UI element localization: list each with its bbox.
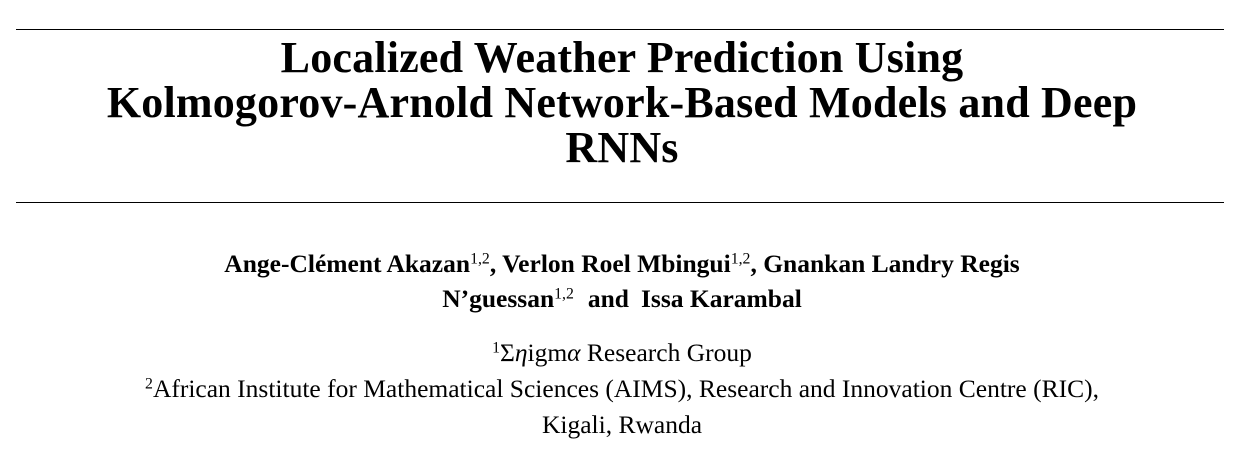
paper-title: Localized Weather Prediction Using Kolmo… (0, 35, 1244, 170)
affiliation-alpha: α (567, 338, 581, 367)
top-rule (16, 29, 1224, 30)
affiliation-2-continued: Kigali, Rwanda (541, 410, 703, 439)
affiliation-list: 1Σηigmα Research Group 2African Institut… (0, 335, 1244, 443)
affiliation-igm: igm (527, 338, 568, 367)
author-name: Gnankan Landry Regis (763, 249, 1020, 278)
author-line-2: N’guessan1,2 and Issa Karambal (0, 281, 1244, 316)
affiliation-eta: η (514, 338, 528, 367)
affiliation-2: 2African Institute for Mathematical Scie… (0, 371, 1244, 407)
title-line-2: Kolmogorov-Arnold Network-Based Models a… (106, 78, 1138, 127)
author-name: Ange-Clément Akazan (224, 249, 471, 278)
author-name: Verlon Roel Mbingui (502, 249, 731, 278)
author-list: Ange-Clément Akazan1,2, Verlon Roel Mbin… (0, 246, 1244, 316)
affiliation-text: Research Group (580, 338, 752, 367)
author-affil-mark: 1,2 (730, 250, 751, 268)
affiliation-mark: 1 (492, 339, 500, 357)
author-name: Issa Karambal (641, 284, 802, 313)
author-line-1: Ange-Clément Akazan1,2, Verlon Roel Mbin… (0, 246, 1244, 281)
author-separator: , (750, 249, 764, 278)
affiliation-mark: 2 (145, 375, 153, 393)
title-line-3: RNNs (565, 123, 679, 172)
and-conjunction: and (587, 284, 629, 313)
affiliation-1: 1Σηigmα Research Group (0, 335, 1244, 371)
author-affil-mark: 1,2 (554, 285, 574, 303)
author-separator: , (489, 249, 503, 278)
bottom-rule (16, 202, 1224, 203)
author-affil-mark: 1,2 (470, 250, 490, 268)
affiliation-text: African Institute for Mathematical Scien… (152, 374, 1099, 403)
title-line-1: Localized Weather Prediction Using (280, 33, 964, 82)
author-name: N’guessan (442, 284, 555, 313)
affiliation-sigma: Σ (499, 338, 515, 367)
